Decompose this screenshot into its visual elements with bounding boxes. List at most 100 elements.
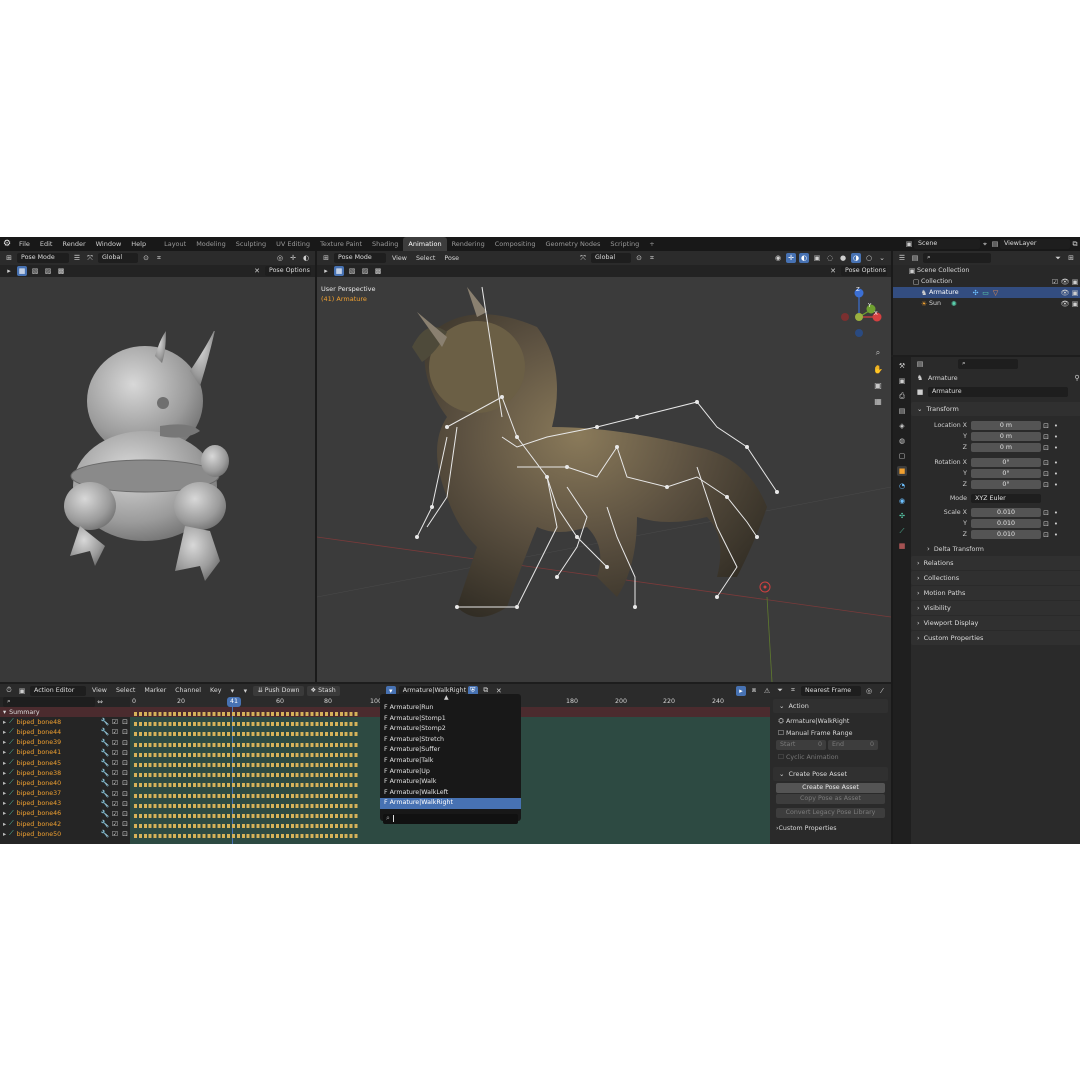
keyframe-markers[interactable] — [134, 763, 358, 768]
dropdown-action-item[interactable]: F Armature|WalkLeft — [380, 788, 521, 799]
show-hidden-icon[interactable]: ⧈ — [749, 686, 759, 696]
falloff-icon[interactable]: ⁄ — [877, 686, 887, 696]
output-tab-icon[interactable]: ⎙ — [897, 391, 907, 401]
checkbox-icon[interactable]: ☑ — [110, 738, 120, 748]
lock-icon[interactable]: ⊡ — [1041, 530, 1051, 540]
dropdown-action-item[interactable]: F Armature|Run — [380, 703, 521, 714]
select-box-icon[interactable]: ▦ — [334, 266, 344, 276]
rotation-y-field[interactable]: 0° — [971, 469, 1041, 478]
add-workspace-button[interactable]: + — [644, 237, 659, 251]
copy-pose-asset-button[interactable]: Copy Pose as Asset — [776, 794, 885, 804]
filter-icon[interactable]: ⏷ — [775, 686, 785, 696]
select-subtract-icon[interactable]: ▨ — [360, 266, 370, 276]
scale-z-field[interactable]: 0.010 — [971, 530, 1041, 539]
snap-toggle-icon[interactable]: ⌗ — [788, 686, 798, 696]
keyframe-dot-icon[interactable]: • — [1051, 458, 1061, 468]
lock-icon[interactable]: ⊡ — [1041, 508, 1051, 518]
overlay-icon[interactable]: ◐ — [301, 253, 311, 263]
select-extend-icon[interactable]: ▧ — [347, 266, 357, 276]
dropdown-action-item[interactable]: F Armature|WalkRight — [380, 798, 521, 809]
channel-search[interactable]: ⌕ — [3, 697, 95, 707]
main-mode-selector[interactable]: Pose Mode — [334, 253, 386, 263]
channel-row[interactable]: ▸ ⟋ biped_bone44 🔧 ☑ ⊡ — [0, 727, 130, 737]
channel-row[interactable]: ▸ ⟋ biped_bone40 🔧 ☑ ⊡ — [0, 778, 130, 788]
outliner-search[interactable]: ⌕ — [923, 253, 991, 263]
only-selected-icon[interactable]: ▸ — [736, 685, 746, 696]
bone-tab-icon[interactable]: ⟋ — [897, 526, 907, 536]
create-pose-asset-button[interactable]: Create Pose Asset — [776, 783, 885, 793]
scale-y-field[interactable]: 0.010 — [971, 519, 1041, 528]
camera-icon[interactable]: ▣ — [1070, 299, 1080, 309]
shading-solid-icon[interactable]: ● — [838, 253, 848, 263]
dropdown-action-item[interactable]: F Armature|Talk — [380, 756, 521, 767]
checkbox-icon[interactable]: ☑ — [110, 809, 120, 819]
pan-hand-icon[interactable]: ✋ — [872, 363, 884, 375]
lock-icon[interactable]: ⊡ — [120, 778, 130, 788]
lock-icon[interactable]: ⊡ — [120, 768, 130, 778]
outliner-scene-collection[interactable]: ▣ Scene Collection — [893, 265, 1080, 276]
keyframe-dot-icon[interactable]: • — [1051, 443, 1061, 453]
lock-icon[interactable]: ⊡ — [120, 748, 130, 758]
keyframe-markers[interactable] — [134, 712, 358, 717]
checkbox-icon[interactable]: ☑ — [110, 789, 120, 799]
wrench-icon[interactable]: 🔧 — [100, 799, 110, 809]
panel-visibility[interactable]: › Visibility — [911, 601, 1080, 615]
pin-icon[interactable]: ⚲ — [1072, 373, 1080, 383]
editor-type-icon[interactable]: ☰ — [897, 253, 907, 263]
view-layer-options-icon[interactable]: ⧉ — [1070, 239, 1080, 249]
select-tool-icon[interactable]: ▸ — [321, 266, 331, 276]
scene-selector[interactable]: Scene — [914, 239, 980, 249]
object-tab-icon[interactable]: ■ — [897, 466, 907, 476]
gizmo-toggle-icon[interactable]: ✛ — [786, 253, 797, 263]
snap-mode-selector[interactable]: Nearest Frame — [801, 685, 861, 696]
close-icon[interactable]: ✕ — [252, 266, 262, 276]
dopesheet-mode-selector[interactable]: Action Editor — [30, 685, 86, 696]
new-collection-icon[interactable]: ⊞ — [1066, 253, 1076, 263]
location-z-field[interactable]: 0 m — [971, 443, 1041, 452]
summary-row[interactable]: ▾ Summary — [0, 707, 130, 718]
lock-icon[interactable]: ⊡ — [120, 819, 130, 829]
menu-view[interactable]: View — [89, 687, 110, 694]
visibility-icon[interactable]: ◉ — [773, 253, 783, 263]
snap-icon[interactable]: ⌗ — [154, 253, 164, 263]
outliner-armature[interactable]: ♞ Armature ✣ ▭ ▽ 👁 ▣ — [893, 287, 1080, 298]
eye-icon[interactable]: 👁 — [1060, 299, 1070, 309]
tab-compositing[interactable]: Compositing — [490, 237, 541, 251]
editor-type-icon[interactable]: ▤ — [915, 359, 925, 369]
shading-options-icon[interactable]: ⌄ — [877, 253, 887, 263]
scroll-up-arrow-icon[interactable]: ▲ — [444, 694, 449, 701]
eye-icon[interactable]: 👁 — [1060, 288, 1070, 298]
checkbox-icon[interactable]: ☑ — [110, 717, 120, 727]
checkbox-icon[interactable]: ☑ — [110, 727, 120, 737]
select-invert-icon[interactable]: ▩ — [373, 266, 383, 276]
eye-icon[interactable]: 👁 — [1060, 277, 1070, 287]
proportional-icon[interactable]: ◎ — [275, 253, 285, 263]
lock-icon[interactable]: ⊡ — [120, 809, 130, 819]
lock-icon[interactable]: ⊡ — [1041, 519, 1051, 529]
select-invert-icon[interactable]: ▩ — [56, 266, 66, 276]
wrench-icon[interactable]: 🔧 — [100, 768, 110, 778]
display-mode-icon[interactable]: ▤ — [910, 253, 920, 263]
checkbox-icon[interactable]: ☑ — [110, 819, 120, 829]
shading-wire-icon[interactable]: ◌ — [825, 253, 835, 263]
checkbox-icon[interactable]: ☑ — [110, 799, 120, 809]
tab-rendering[interactable]: Rendering — [447, 237, 490, 251]
end-frame-field[interactable]: End 0 — [828, 740, 878, 750]
lock-icon[interactable]: ⊡ — [1041, 458, 1051, 468]
tab-uv-editing[interactable]: UV Editing — [271, 237, 315, 251]
location-y-field[interactable]: 0 m — [971, 432, 1041, 441]
keyframe-markers[interactable] — [134, 773, 358, 778]
shading-material-icon[interactable]: ◑ — [851, 253, 862, 263]
main-viewport[interactable]: ⊞ Pose Mode View Select Pose ⤧ Global ⊙ … — [317, 251, 891, 682]
wrench-icon[interactable]: 🔧 — [100, 829, 110, 839]
checkbox-icon[interactable]: ☑ — [1050, 277, 1060, 287]
wrench-icon[interactable]: 🔧 — [100, 789, 110, 799]
outliner-collection[interactable]: ▢ Collection ☑ 👁 ▣ — [893, 276, 1080, 287]
channel-row[interactable]: ▸ ⟋ biped_bone42 🔧 ☑ ⊡ — [0, 819, 130, 829]
wrench-icon[interactable]: 🔧 — [100, 738, 110, 748]
keyframe-dot-icon[interactable]: • — [1051, 519, 1061, 529]
custom-properties-header[interactable]: › Custom Properties — [770, 822, 891, 834]
keyframe-dot-icon[interactable]: • — [1051, 469, 1061, 479]
overlay-toggle-icon[interactable]: ◐ — [799, 253, 810, 263]
camera-icon[interactable]: ▣ — [1070, 277, 1080, 287]
